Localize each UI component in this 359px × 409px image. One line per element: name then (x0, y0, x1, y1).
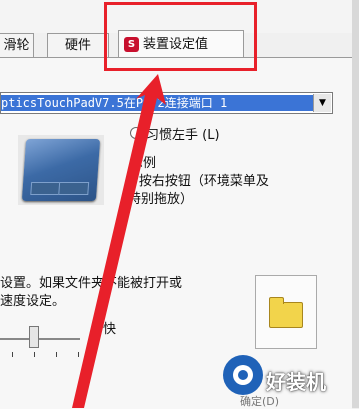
watermark-text: 好装机 (266, 370, 326, 394)
watermark-logo-dot (238, 370, 248, 380)
watermark-logo-icon (223, 355, 263, 395)
watermark-logo-inner (233, 365, 253, 385)
annotation-arrow (72, 74, 166, 408)
